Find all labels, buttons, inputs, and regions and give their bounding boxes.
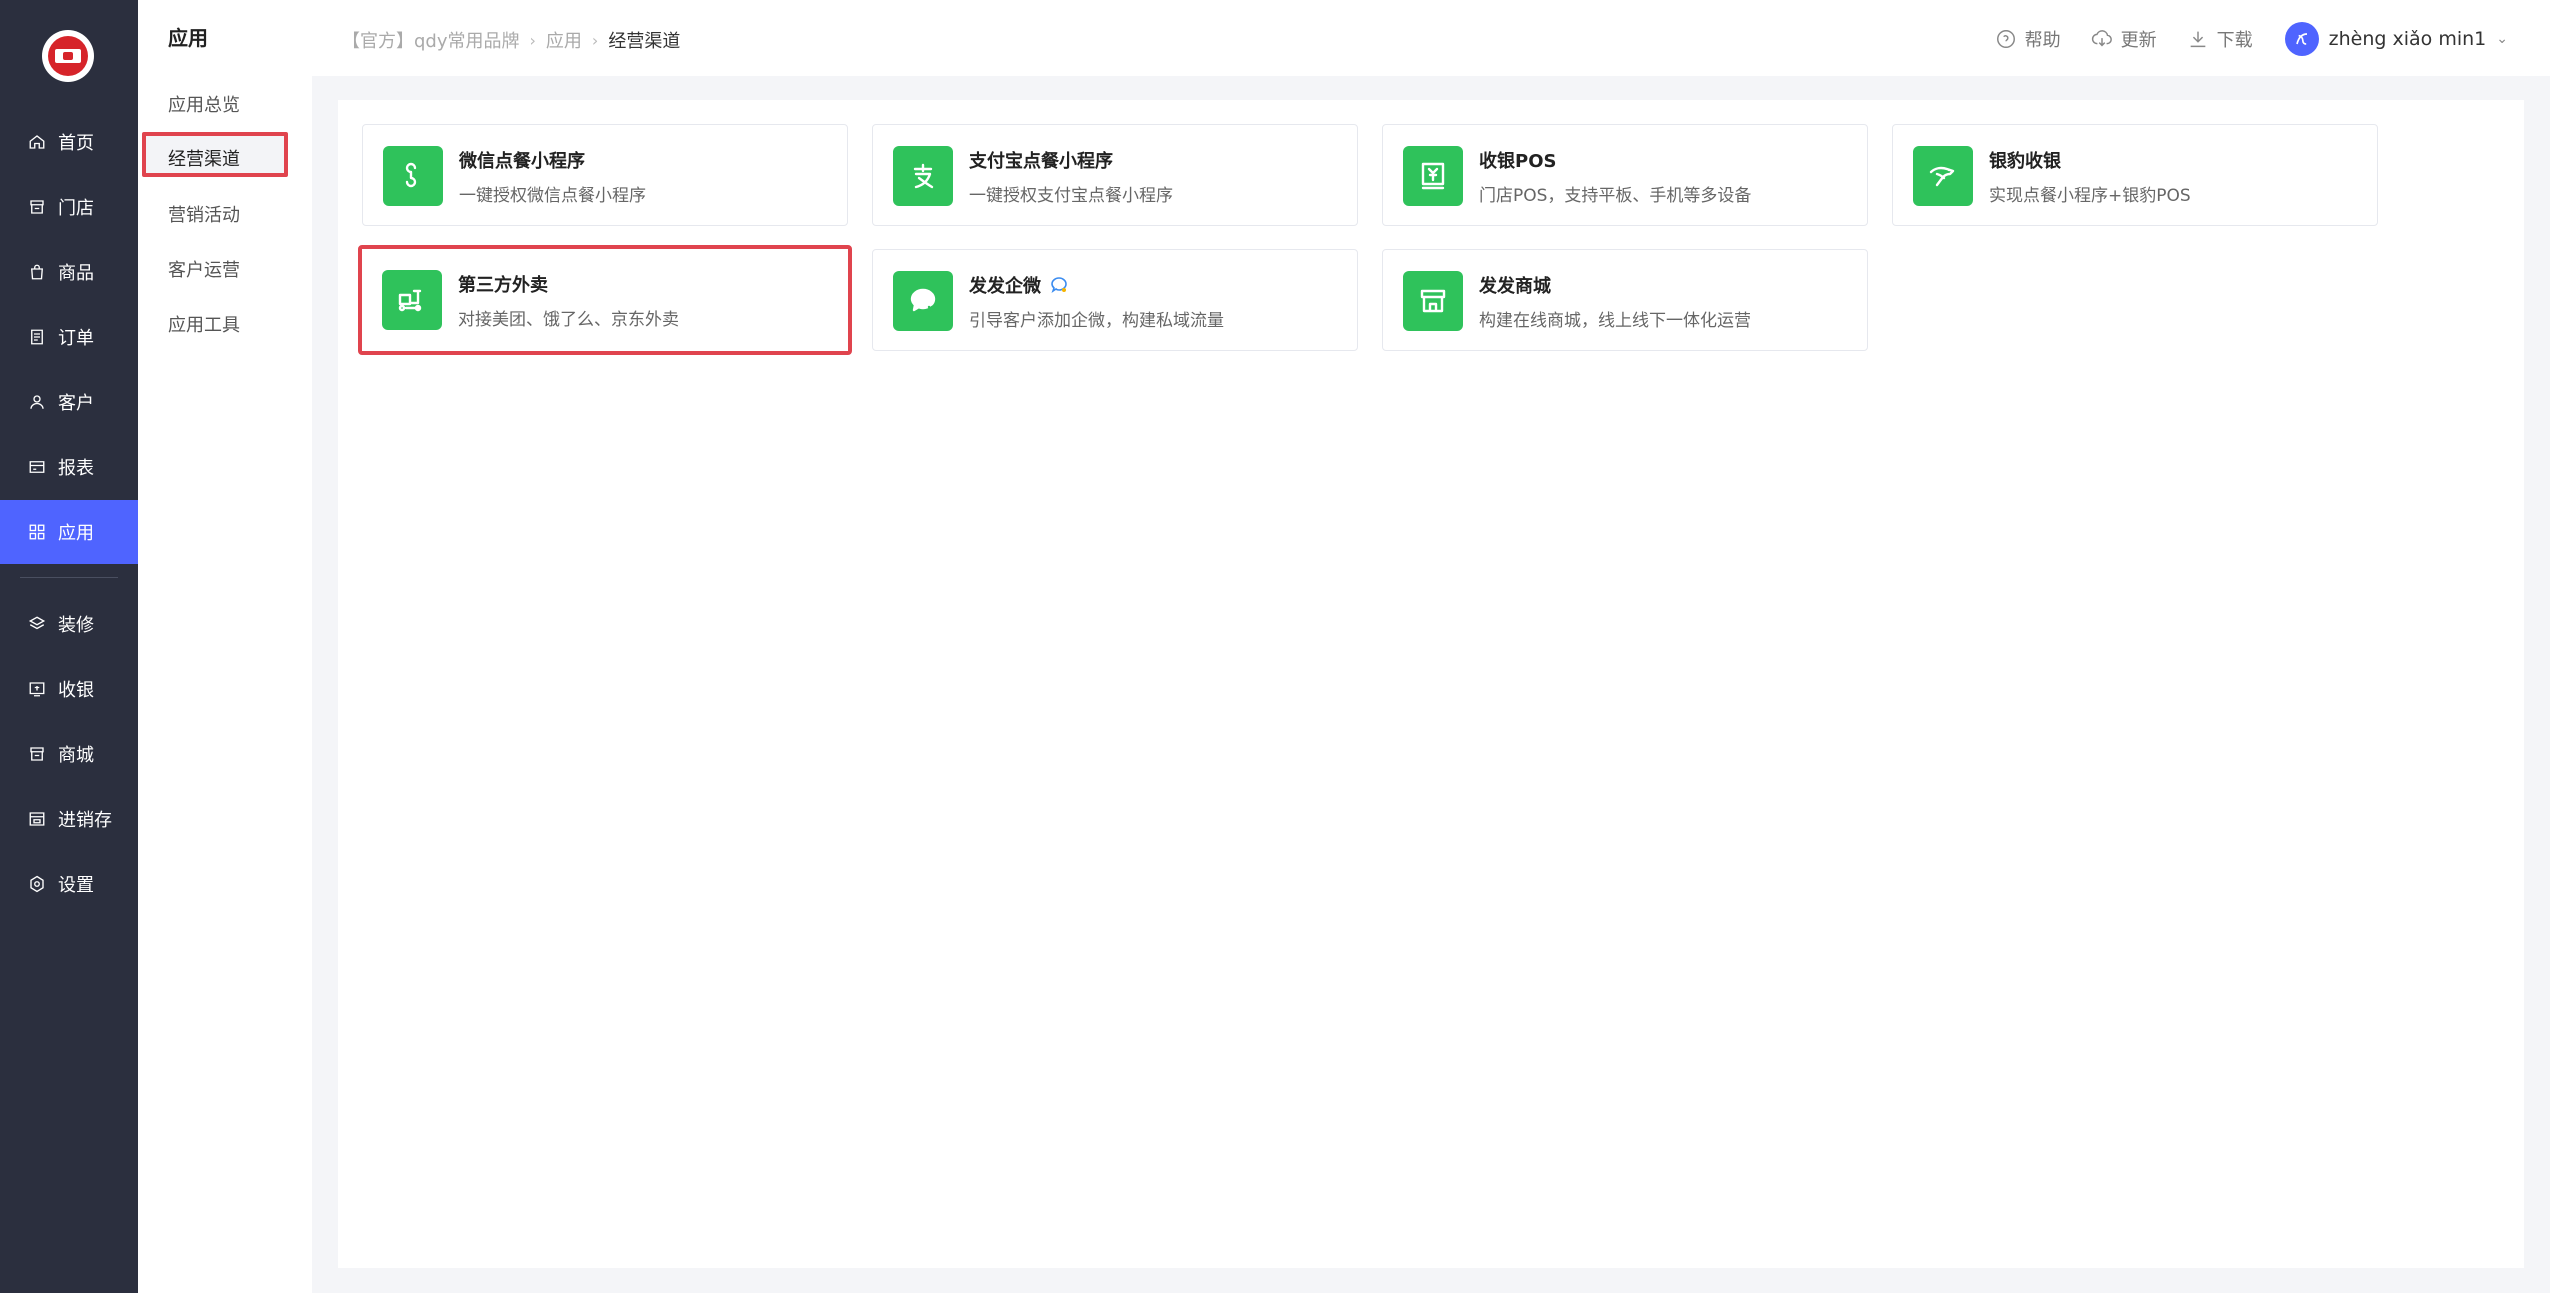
sidebar-item-orders[interactable]: 订单 <box>0 305 138 369</box>
breadcrumb-brand[interactable]: 【官方】qdy常用品牌 <box>342 27 520 53</box>
brand-logo[interactable] <box>42 30 94 82</box>
card-title: 发发商城 <box>1479 276 1551 297</box>
sidebar-item-home[interactable]: 首页 <box>0 110 138 174</box>
sidebar-item-inventory[interactable]: 进销存 <box>0 787 138 851</box>
sidebar-item-customers[interactable]: 客户 <box>0 370 138 434</box>
inventory-icon <box>28 810 46 828</box>
report-icon <box>28 458 46 476</box>
breadcrumb-separator-icon: › <box>529 30 536 50</box>
sidebar-item-label: 收银 <box>58 680 94 701</box>
download-label: 下载 <box>2216 30 2253 51</box>
settings-icon <box>28 875 46 893</box>
sidebar-item-reports[interactable]: 报表 <box>0 435 138 499</box>
sidebar-item-label: 进销存 <box>58 810 112 831</box>
avatar[interactable] <box>2284 22 2319 56</box>
header-actions: 帮助 更新 下载 zhèng xiǎo min1 ⌄ <box>1965 22 2508 56</box>
breadcrumb-separator-icon: › <box>591 30 599 50</box>
cashier-icon <box>28 680 46 698</box>
alipay-icon <box>893 146 953 206</box>
sidebar-item-label: 报表 <box>58 458 94 479</box>
update-button[interactable]: 更新 <box>2091 26 2157 52</box>
delivery-scooter-icon <box>382 270 442 330</box>
user-icon <box>28 393 46 411</box>
card-title: 第三方外卖 <box>458 275 548 296</box>
sidebar-divider <box>20 577 118 578</box>
home-icon <box>28 133 46 151</box>
layers-icon <box>28 615 46 633</box>
breadcrumb-current: 经营渠道 <box>608 31 681 52</box>
card-third-party-delivery[interactable]: 第三方外卖 对接美团、饿了么、京东外卖 <box>358 245 852 355</box>
top-header: 【官方】qdy常用品牌 › 应用 › 经营渠道 帮助 更新 下载 zhèng x… <box>312 0 2550 76</box>
sidebar-item-decoration[interactable]: 装修 <box>0 592 138 656</box>
card-description: 一键授权支付宝点餐小程序 <box>969 186 1173 206</box>
card-fafa-wecom[interactable]: 发发企微 引导客户添加企微，构建私域流量 <box>872 249 1358 351</box>
leopard-icon <box>1913 146 1973 206</box>
bag-icon <box>28 263 46 281</box>
card-title: 收银POS <box>1479 151 1557 172</box>
sidebar-item-label: 门店 <box>58 198 94 219</box>
sidebar-item-label: 商品 <box>58 263 94 284</box>
card-description: 构建在线商城，线上线下一体化运营 <box>1479 311 1751 331</box>
cloud-download-icon <box>2091 30 2112 47</box>
apps-icon <box>28 523 46 541</box>
card-description: 对接美团、饿了么、京东外卖 <box>458 310 679 330</box>
card-title: 微信点餐小程序 <box>459 151 585 172</box>
help-icon <box>1996 30 2015 48</box>
subnav-item-overview[interactable]: 应用总览 <box>168 91 240 117</box>
user-name[interactable]: zhèng xiǎo min1 <box>2329 28 2487 50</box>
secondary-sidebar: 应用 <box>138 0 312 1293</box>
help-label: 帮助 <box>2024 30 2061 51</box>
sidebar-item-mall[interactable]: 商城 <box>0 722 138 786</box>
sidebar-item-label: 客户 <box>58 393 94 414</box>
subnav-item-tools[interactable]: 应用工具 <box>168 311 240 337</box>
sidebar-item-settings[interactable]: 设置 <box>0 852 138 916</box>
subnav-item-channels[interactable]: 经营渠道 <box>168 145 240 171</box>
sidebar-item-label: 首页 <box>58 133 94 154</box>
card-description: 实现点餐小程序+银豹POS <box>1989 186 2191 206</box>
wechat-miniprogram-icon <box>383 146 443 206</box>
primary-sidebar: 首页 门店 商品 订单 客户 报表 应用 装修 收银 商城 进销存 设置 <box>0 0 138 1293</box>
card-title: 支付宝点餐小程序 <box>969 151 1113 172</box>
card-description: 门店POS，支持平板、手机等多设备 <box>1479 186 1752 206</box>
sidebar-item-store[interactable]: 门店 <box>0 175 138 239</box>
sidebar-item-cashier[interactable]: 收银 <box>0 657 138 721</box>
card-description: 引导客户添加企微，构建私域流量 <box>969 311 1224 331</box>
card-title: 银豹收银 <box>1989 151 2061 172</box>
sidebar-item-label: 设置 <box>58 875 94 896</box>
pos-icon <box>1403 146 1463 206</box>
order-icon <box>28 328 46 346</box>
card-alipay-miniprogram[interactable]: 支付宝点餐小程序 一键授权支付宝点餐小程序 <box>872 124 1358 226</box>
wecom-chat-icon <box>893 271 953 331</box>
breadcrumb: 【官方】qdy常用品牌 › 应用 › 经营渠道 <box>342 27 680 53</box>
card-yinbao-cashier[interactable]: 银豹收银 实现点餐小程序+银豹POS <box>1892 124 2378 226</box>
sidebar-item-apps[interactable]: 应用 <box>0 500 138 564</box>
update-label: 更新 <box>2120 30 2157 51</box>
chevron-down-icon[interactable]: ⌄ <box>2496 31 2508 47</box>
channels-panel: 微信点餐小程序 一键授权微信点餐小程序 支付宝点餐小程序 一键授权支付宝点餐小程… <box>338 100 2524 1268</box>
card-title-text: 发发企微 <box>969 276 1041 297</box>
sidebar-item-label: 应用 <box>58 523 94 544</box>
card-cashier-pos[interactable]: 收银POS 门店POS，支持平板、手机等多设备 <box>1382 124 1868 226</box>
download-icon <box>2190 31 2205 48</box>
subnav-item-customer-ops[interactable]: 客户运营 <box>168 256 240 282</box>
subnav-title: 应用 <box>168 26 208 50</box>
sidebar-item-label: 商城 <box>58 745 94 766</box>
shop-icon <box>1403 271 1463 331</box>
card-title: 发发企微 <box>969 272 1069 298</box>
mall-icon <box>28 745 46 763</box>
help-button[interactable]: 帮助 <box>1995 26 2061 52</box>
sidebar-item-label: 装修 <box>58 615 94 636</box>
wecom-badge-icon <box>1051 277 1067 293</box>
card-description: 一键授权微信点餐小程序 <box>459 186 646 206</box>
download-button[interactable]: 下载 <box>2187 26 2253 52</box>
card-fafa-mall[interactable]: 发发商城 构建在线商城，线上线下一体化运营 <box>1382 249 1868 351</box>
sidebar-item-label: 订单 <box>58 328 94 349</box>
avatar-glyph-icon <box>2295 33 2307 45</box>
subnav-item-marketing[interactable]: 营销活动 <box>168 201 240 227</box>
breadcrumb-apps[interactable]: 应用 <box>546 27 582 53</box>
card-wechat-miniprogram[interactable]: 微信点餐小程序 一键授权微信点餐小程序 <box>362 124 848 226</box>
sidebar-item-products[interactable]: 商品 <box>0 240 138 304</box>
store-icon <box>28 198 46 216</box>
